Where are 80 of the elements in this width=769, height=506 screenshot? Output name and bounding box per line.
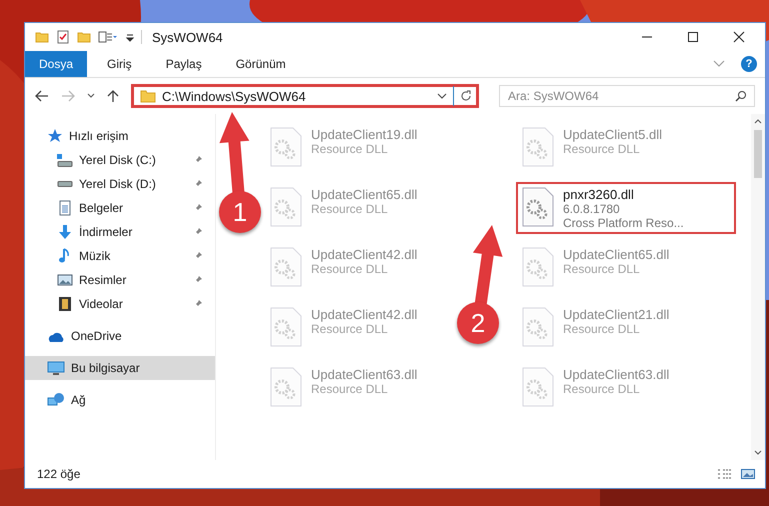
file-name: UpdateClient42.dll xyxy=(311,307,418,322)
file-detail: Resource DLL xyxy=(311,202,389,216)
scroll-up-icon[interactable] xyxy=(754,118,762,124)
chevron-icon[interactable] xyxy=(713,60,725,68)
network-icon xyxy=(47,392,65,408)
file-name: UpdateClient63.dll xyxy=(563,367,670,382)
details-view-icon[interactable] xyxy=(717,468,733,480)
scrollbar[interactable] xyxy=(751,114,765,460)
gear-file-icon xyxy=(521,247,555,287)
film-icon xyxy=(57,296,73,312)
gear-file-icon xyxy=(521,127,555,167)
gear-file-icon xyxy=(521,187,555,227)
file-detail: Resource DLL xyxy=(563,142,641,156)
search-icon[interactable] xyxy=(735,90,747,102)
sidebar-item[interactable]: Yerel Disk (C:) xyxy=(25,148,215,172)
sidebar-item[interactable]: Ağ xyxy=(25,388,215,412)
caret-icon[interactable] xyxy=(437,93,447,99)
file-detail: Resource DLL xyxy=(563,262,641,276)
sidebar-item[interactable]: Bu bilgisayar xyxy=(25,356,215,380)
checklist-icon[interactable] xyxy=(56,30,70,44)
file-name: UpdateClient19.dll xyxy=(311,127,418,142)
maximize-icon[interactable] xyxy=(687,31,699,43)
up-arrow-icon[interactable] xyxy=(107,89,119,103)
document-icon xyxy=(57,200,73,216)
sidebar-item[interactable]: Resimler xyxy=(25,268,215,292)
ribbon-tab[interactable]: Dosya xyxy=(25,51,88,77)
large-icons-view-icon[interactable] xyxy=(741,468,755,480)
gear-file-icon xyxy=(269,127,303,167)
file-item[interactable]: pnxr3260.dll 6.0.8.1780 Cross Platform Reso... xyxy=(516,182,736,234)
sidebar-item[interactable]: Videolar xyxy=(25,292,215,316)
sidebar-item[interactable]: Hızlı erişim xyxy=(25,124,215,148)
gear-file-icon xyxy=(269,187,303,227)
file-detail: Resource DLL xyxy=(311,382,389,396)
address-field[interactable]: C:\Windows\SysWOW64 xyxy=(131,84,479,108)
sidebar-item[interactable]: Yerel Disk (D:) xyxy=(25,172,215,196)
sidebar-item[interactable]: Müzik xyxy=(25,244,215,268)
drive-icon xyxy=(57,181,73,187)
sidebar-item[interactable]: İndirmeler xyxy=(25,220,215,244)
file-name: UpdateClient63.dll xyxy=(311,367,418,382)
file-detail: Resource DLL xyxy=(563,322,641,336)
file-detail: Resource DLL xyxy=(311,322,389,336)
file-detail: 6.0.8.1780 xyxy=(563,202,621,216)
back-arrow-icon[interactable] xyxy=(35,90,49,102)
ribbon-tab[interactable]: Giriş xyxy=(93,51,146,77)
image-icon xyxy=(57,272,73,288)
file-detail: Resource DLL xyxy=(563,382,641,396)
gear-file-icon xyxy=(269,367,303,407)
refresh-icon[interactable] xyxy=(460,90,472,102)
file-name: UpdateClient65.dll xyxy=(563,247,670,262)
ribbon-tab[interactable]: Görünüm xyxy=(222,51,300,77)
star-icon xyxy=(47,128,63,144)
file-name: UpdateClient42.dll xyxy=(311,247,418,262)
file-name: UpdateClient21.dll xyxy=(563,307,670,322)
monitor-icon xyxy=(47,360,65,376)
close-icon[interactable] xyxy=(733,31,745,43)
folder-icon xyxy=(140,89,156,103)
sidebar-item[interactable]: OneDrive xyxy=(25,324,215,348)
scroll-down-icon[interactable] xyxy=(754,450,762,456)
window-title: SysWOW64 xyxy=(152,30,223,44)
file-detail: Resource DLL xyxy=(311,262,389,276)
windows-logo-icon xyxy=(57,154,62,158)
gear-file-icon xyxy=(521,307,555,347)
sidebar-item[interactable]: Belgeler xyxy=(25,196,215,220)
file-name: pnxr3260.dll xyxy=(563,187,635,202)
down-arrow-icon xyxy=(57,224,73,240)
help-button[interactable]: ? xyxy=(741,56,757,72)
scrollbar-thumb[interactable] xyxy=(754,130,762,178)
file-detail: Resource DLL xyxy=(311,142,389,156)
properties-icon[interactable] xyxy=(98,30,118,44)
drive-icon xyxy=(57,160,73,166)
file-detail: Cross Platform Reso... xyxy=(563,216,684,230)
gear-file-icon xyxy=(269,247,303,287)
gear-file-icon xyxy=(521,367,555,407)
caret-icon[interactable] xyxy=(87,93,95,99)
search-field[interactable]: Ara: SysWOW64 xyxy=(499,85,755,107)
file-name: UpdateClient65.dll xyxy=(311,187,418,202)
ribbon-tab[interactable]: Paylaş xyxy=(152,51,216,77)
file-name: UpdateClient5.dll xyxy=(563,127,662,142)
item-count: 122 öğe xyxy=(37,467,80,481)
gear-file-icon xyxy=(269,307,303,347)
